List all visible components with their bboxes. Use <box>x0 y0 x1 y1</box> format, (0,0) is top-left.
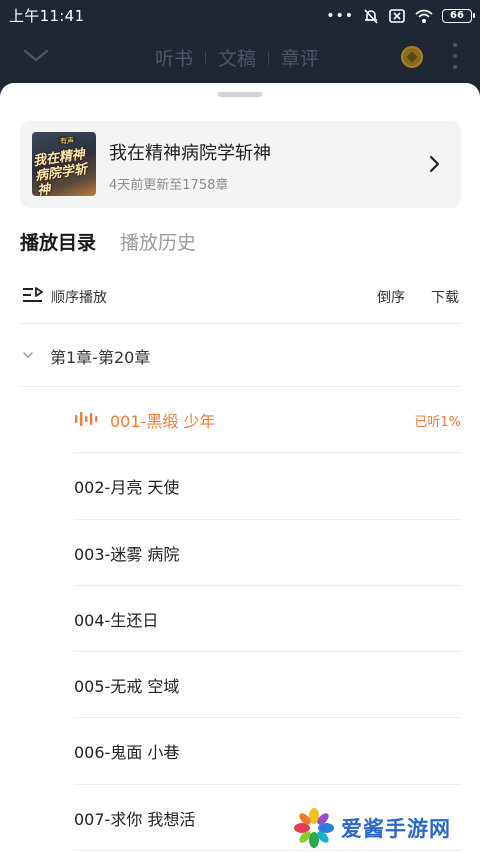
sim-icon <box>389 9 405 23</box>
book-title: 我在精神病院学斩神 <box>109 143 271 164</box>
chevron-down-icon <box>23 352 33 358</box>
battery-icon: 66 <box>442 9 475 23</box>
chevron-right-icon <box>429 155 440 173</box>
chapter-row[interactable]: 003-迷雾 病院 <box>74 520 461 586</box>
watermark-text: 爱酱手游网 <box>341 817 451 841</box>
status-icons: ••• 66 <box>326 6 475 26</box>
cover-badge: 有声 <box>58 136 76 146</box>
chapter-group-label: 第1章-第20章 <box>50 348 151 367</box>
chapter-row-playing[interactable]: 001-黑缎 少年 已听1% <box>74 387 461 454</box>
chapter-title: 002-月亮 天使 <box>74 478 180 498</box>
chapter-title: 003-迷雾 病院 <box>74 544 180 564</box>
tab-catalog[interactable]: 播放目录 <box>20 228 96 255</box>
book-cover: 有声 我在精神病院学斩神 <box>32 132 96 196</box>
download-button[interactable]: 下载 <box>431 287 459 307</box>
tab-transcript[interactable]: 文稿 <box>218 44 256 71</box>
chapter-group-header[interactable]: 第1章-第20章 <box>20 341 461 371</box>
tab-divider <box>268 50 270 65</box>
tab-divider <box>205 50 207 65</box>
mute-bell-icon <box>364 9 378 24</box>
chapter-title: 006-鬼面 小巷 <box>74 743 180 763</box>
chapter-title: 007-求你 我想活 <box>74 809 196 829</box>
playlist-controls: 顺序播放 倒序 下载 <box>20 283 461 309</box>
chapter-title: 005-无戒 空域 <box>74 677 180 697</box>
tab-listen[interactable]: 听书 <box>155 44 193 71</box>
play-order-icon[interactable] <box>22 286 44 304</box>
status-time: 上午11:41 <box>9 7 85 25</box>
more-vertical-icon[interactable] <box>448 43 462 69</box>
book-card[interactable]: 有声 我在精神病院学斩神 我在精神病院学斩神 4天前更新至1758章 <box>20 121 461 208</box>
play-order-button[interactable]: 顺序播放 <box>51 287 107 307</box>
notification-dots-icon: ••• <box>326 8 354 24</box>
sheet-drag-handle[interactable] <box>218 92 262 97</box>
divider <box>20 323 461 324</box>
chapter-row[interactable]: 004-生还日 <box>74 586 461 653</box>
status-bar: 上午11:41 ••• 66 <box>0 0 480 31</box>
reverse-order-button[interactable]: 倒序 <box>377 287 405 307</box>
chapter-title: 001-黑缎 少年 <box>110 412 216 431</box>
player-header: 听书 文稿 章评 <box>0 31 480 83</box>
pinwheel-logo-icon <box>294 808 334 848</box>
header-tabs: 听书 文稿 章评 <box>155 44 319 71</box>
cover-title: 我在精神病院学斩神 <box>32 147 88 196</box>
sound-wave-icon <box>75 412 98 426</box>
chapter-row[interactable]: 002-月亮 天使 <box>74 453 461 520</box>
wifi-icon <box>415 9 433 23</box>
playlist-sheet: 有声 我在精神病院学斩神 我在精神病院学斩神 4天前更新至1758章 播放目录 … <box>0 83 480 853</box>
book-update-info: 4天前更新至1758章 <box>109 178 229 193</box>
chapter-row[interactable]: 006-鬼面 小巷 <box>74 718 461 785</box>
tab-comments[interactable]: 章评 <box>281 44 319 71</box>
chevron-down-icon[interactable] <box>22 43 50 67</box>
tab-history[interactable]: 播放历史 <box>120 228 196 255</box>
chapter-row[interactable]: 005-无戒 空域 <box>74 652 461 719</box>
screen: { "status_bar": { "time": "上午11:41", "ba… <box>0 0 480 853</box>
chapter-list: 001-黑缎 少年 已听1% 002-月亮 天使 003-迷雾 病院 004-生… <box>74 387 461 852</box>
coin-icon[interactable] <box>401 46 423 68</box>
sheet-tabs: 播放目录 播放历史 <box>20 228 196 255</box>
chapter-progress: 已听1% <box>414 415 461 430</box>
chapter-title: 004-生还日 <box>74 610 159 630</box>
watermark: 爱酱手游网 <box>293 805 473 851</box>
